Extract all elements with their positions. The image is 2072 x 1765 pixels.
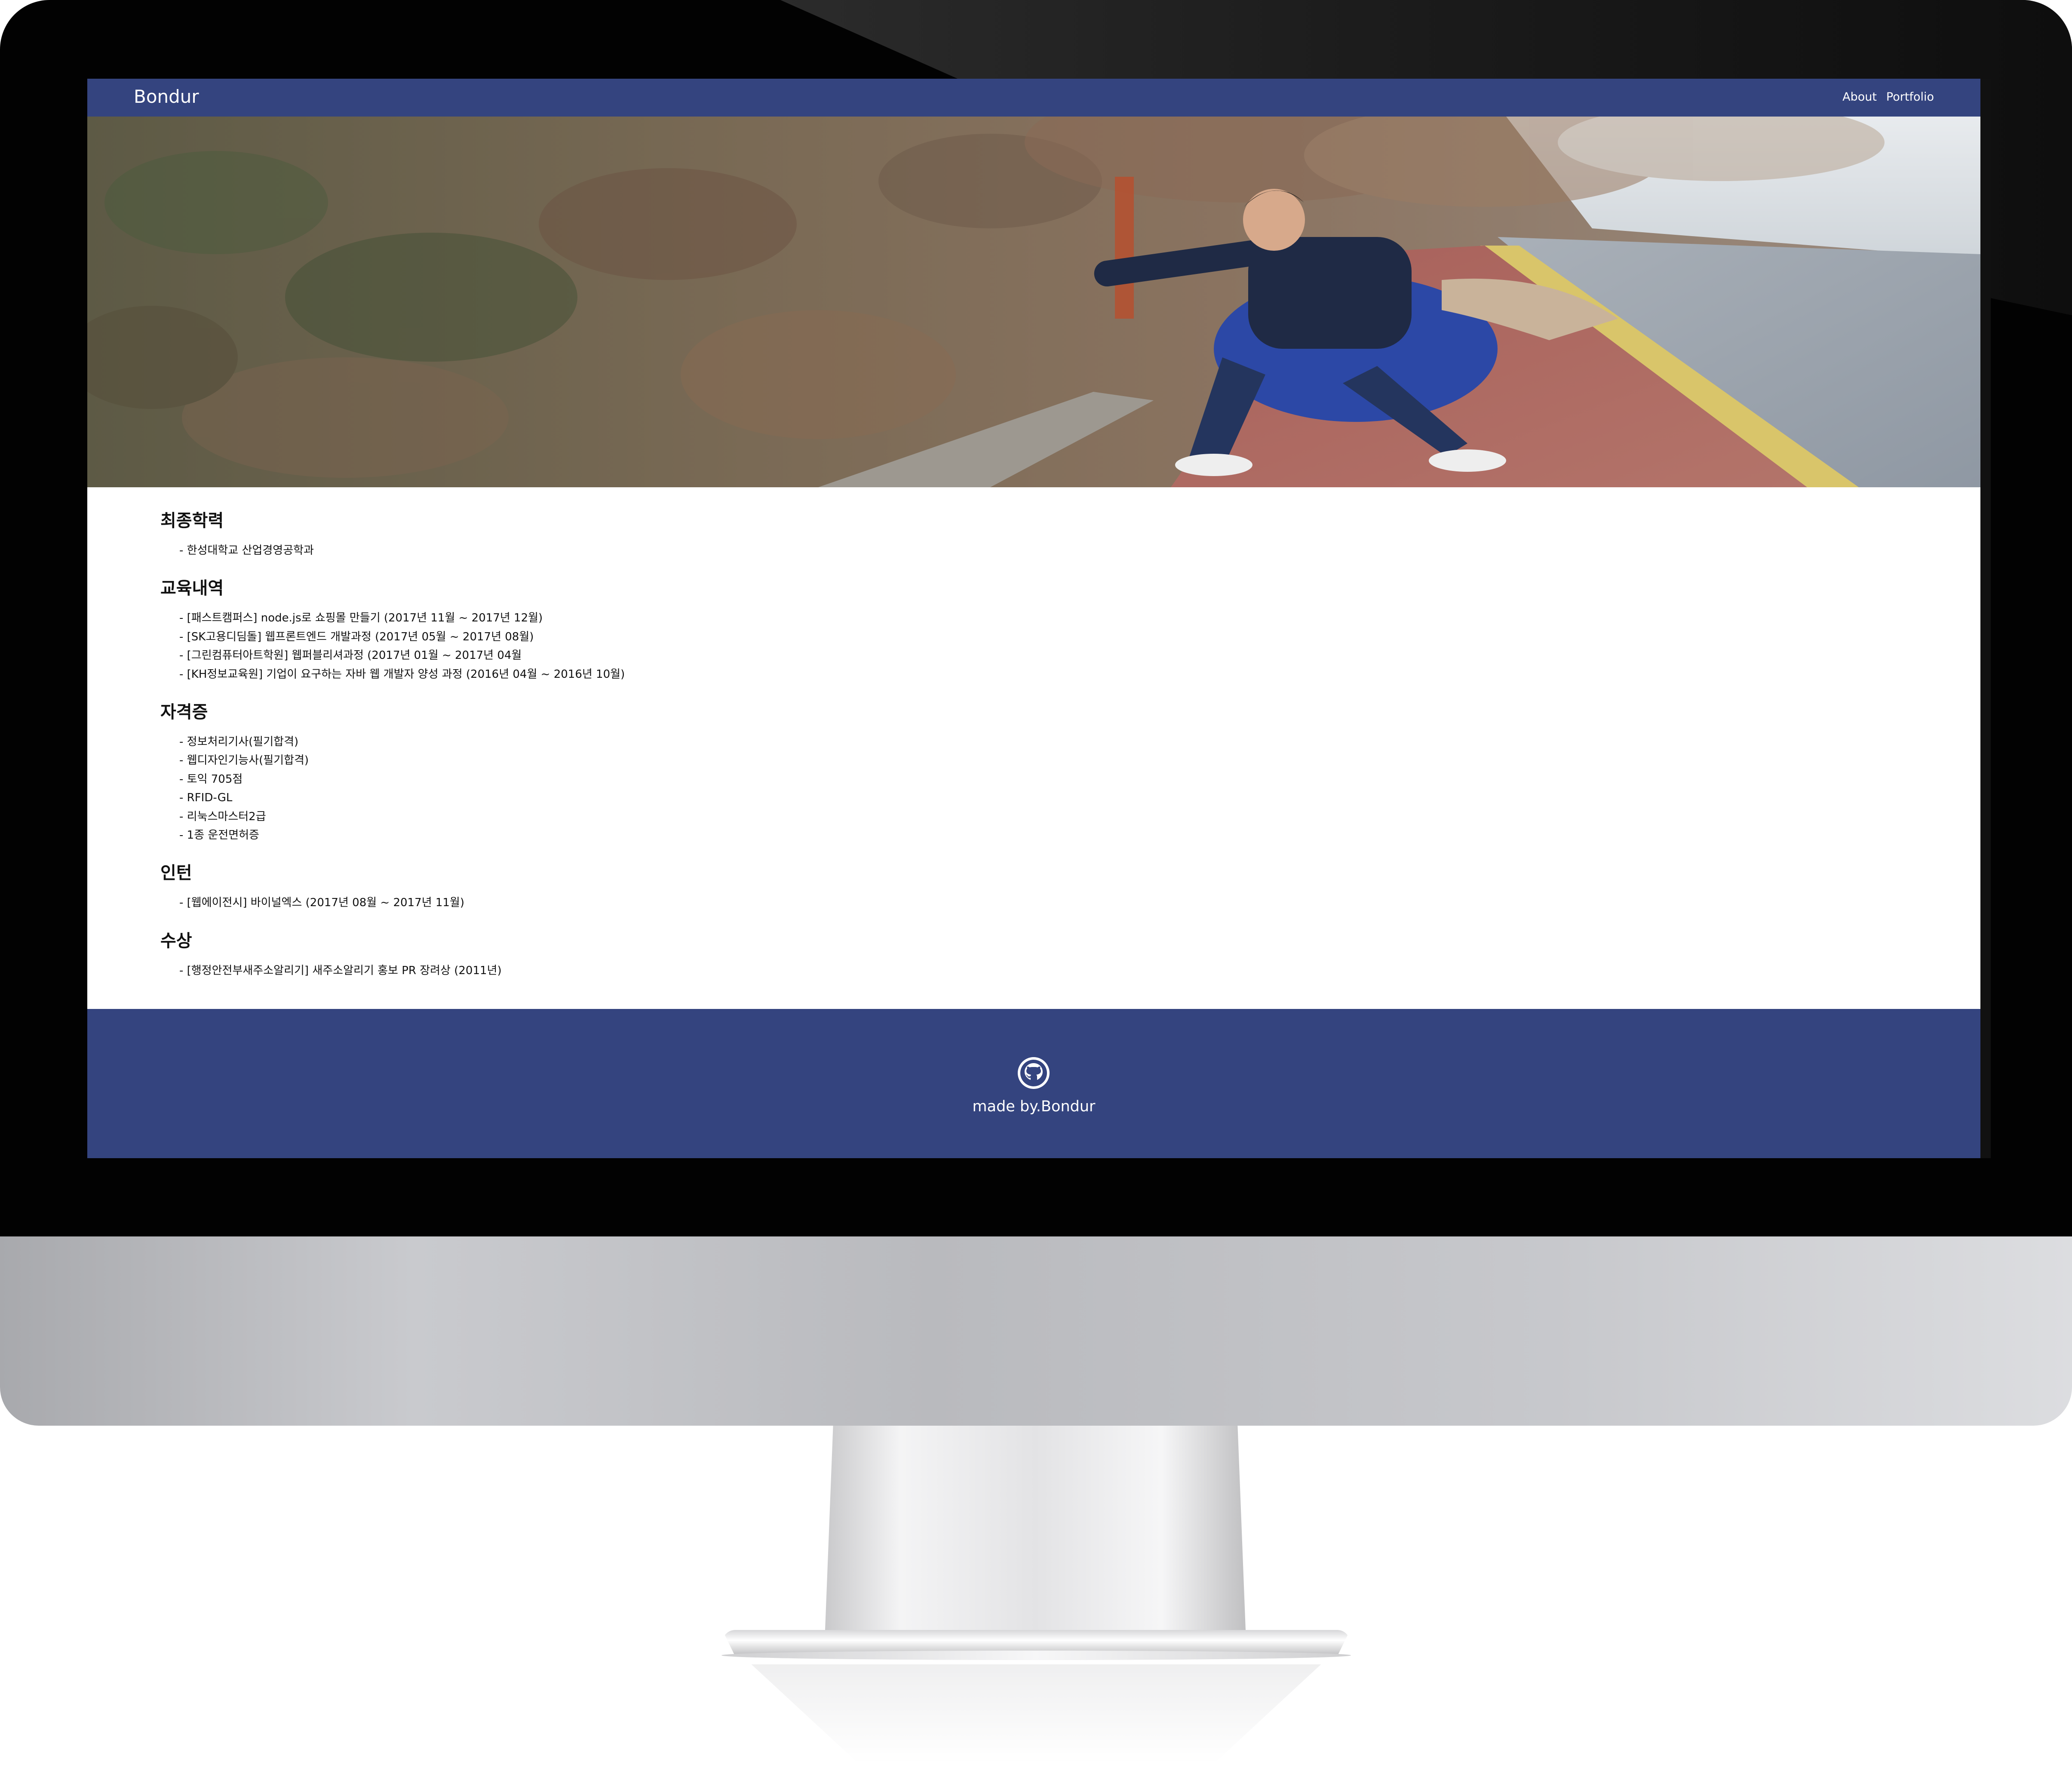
nav-link-about[interactable]: About <box>1842 89 1877 105</box>
screen-edge <box>1980 79 1991 1158</box>
hero-photo <box>87 117 1980 487</box>
footer-credit: made by.Bondur <box>972 1098 1096 1115</box>
section-list: - 정보처리기사(필기합격) - 웹디자인기능사(필기합격) - 토익 705점… <box>160 733 1880 845</box>
section-training: 교육내역 - [패스트캠퍼스] node.js로 쇼핑몰 만들기 (2017년 … <box>160 576 1880 684</box>
section-internship: 인턴 - [웹에이전시] 바이널엑스 (2017년 08월 ~ 2017년 11… <box>160 861 1880 912</box>
resume-content: 최종학력 - 한성대학교 산업경영공학과 교육내역 - [패스트캠퍼스] nod… <box>160 509 1880 996</box>
section-certificates: 자격증 - 정보처리기사(필기합격) - 웹디자인기능사(필기합격) - 토익 … <box>160 700 1880 845</box>
brand-logo-link[interactable]: Bondur <box>134 85 199 109</box>
navbar: Bondur About Portfolio <box>87 79 1980 117</box>
section-list: - 한성대학교 산업경영공학과 <box>160 541 1880 560</box>
list-item: - 한성대학교 산업경영공학과 <box>179 544 314 557</box>
nav-link-portfolio[interactable]: Portfolio <box>1886 89 1934 105</box>
section-title: 수상 <box>160 931 192 951</box>
imac-stand-neck <box>825 1426 1246 1641</box>
footer: made by.Bondur <box>87 1009 1980 1158</box>
photo-icon <box>87 117 1980 487</box>
imac-stand-base <box>721 1651 1351 1660</box>
section-title: 최종학력 <box>160 511 224 531</box>
list-item: - [SK고용디딤돌] 웹프론트엔드 개발과정 (2017년 05월 ~ 201… <box>179 630 534 643</box>
section-title: 자격증 <box>160 702 208 723</box>
section-education: 최종학력 - 한성대학교 산업경영공학과 <box>160 509 1880 560</box>
github-link[interactable] <box>1011 1056 1056 1090</box>
list-item: - [KH정보교육원] 기업이 요구하는 자바 웹 개발자 양성 과정 (201… <box>179 667 625 681</box>
list-item: - 리눅스마스터2급 <box>179 810 266 823</box>
stand-reflection <box>751 1664 1321 1763</box>
list-item: - 정보처리기사(필기합격) <box>179 735 299 749</box>
nav-links: About Portfolio <box>1842 89 1934 105</box>
list-item: - [그린컴퓨터아트학원] 웹퍼블리셔과정 (2017년 01월 ~ 2017년… <box>179 649 522 662</box>
list-item: - RFID-GL <box>179 791 233 805</box>
section-list: - [패스트캠퍼스] node.js로 쇼핑몰 만들기 (2017년 11월 ~… <box>160 609 1880 684</box>
list-item: - [패스트캠퍼스] node.js로 쇼핑몰 만들기 (2017년 11월 ~… <box>179 612 543 625</box>
list-item: - [웹에이전시] 바이널엑스 (2017년 08월 ~ 2017년 11월) <box>179 896 464 910</box>
list-item: - [행정안전부새주소알리기] 새주소알리기 홍보 PR 장려상 (2011년) <box>179 964 502 977</box>
imac-chin <box>0 1236 2072 1426</box>
list-item: - 토익 705점 <box>179 772 243 786</box>
list-item: - 웹디자인기능사(필기합격) <box>179 754 309 767</box>
section-awards: 수상 - [행정안전부새주소알리기] 새주소알리기 홍보 PR 장려상 (201… <box>160 929 1880 980</box>
section-list: - [웹에이전시] 바이널엑스 (2017년 08월 ~ 2017년 11월) <box>160 894 1880 912</box>
imac-mockup: Bondur About Portfolio 최종학력 - 한성대학교 산업경영… <box>0 0 2072 1765</box>
section-list: - [행정안전부새주소알리기] 새주소알리기 홍보 PR 장려상 (2011년) <box>160 962 1880 980</box>
github-icon <box>1018 1057 1050 1089</box>
list-item: - 1종 운전면허증 <box>179 829 259 842</box>
browser-viewport: Bondur About Portfolio 최종학력 - 한성대학교 산업경영… <box>87 79 1980 1158</box>
section-title: 인턴 <box>160 863 192 883</box>
section-title: 교육내역 <box>160 578 224 599</box>
